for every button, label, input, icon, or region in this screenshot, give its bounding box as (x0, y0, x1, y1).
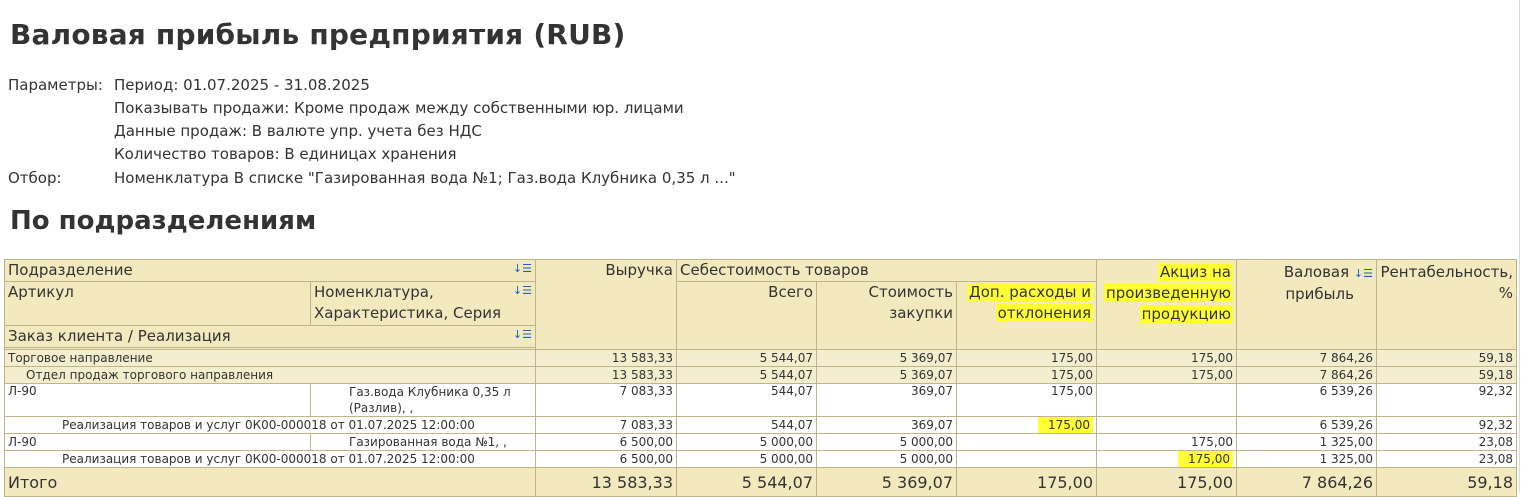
cell-revenue: 7 083,33 (535, 383, 677, 417)
cell-total: 5 544,07 (676, 366, 817, 384)
parameters-label: Параметры: (8, 76, 103, 94)
cell-nomenclature: Газированная вода №1, , (310, 433, 536, 451)
header-division[interactable]: Подразделение ↓☰ (4, 259, 536, 282)
section-title: По подразделениям (10, 206, 317, 236)
parameter-sales: Показывать продажи: Кроме продаж между с… (114, 99, 684, 117)
cell-profit: 92,32 (1376, 416, 1517, 434)
cell-purchase: 5 000,00 (816, 450, 957, 468)
total-cost: 5 544,07 (676, 467, 817, 497)
header-revenue[interactable]: Выручка (535, 259, 677, 350)
total-purchase: 5 369,07 (816, 467, 957, 497)
row-label: Реализация товаров и услуг 0К00-000018 о… (4, 416, 536, 434)
row-label: Торговое направление (4, 349, 536, 367)
header-profitability[interactable]: Рентабельность, % (1376, 259, 1517, 350)
table-row[interactable]: Л-90 Газированная вода №1, , 6 500,00 5 … (4, 433, 1517, 451)
cell-total: 544,07 (676, 383, 817, 417)
cell-gross: 6 539,26 (1236, 383, 1377, 417)
filter-value: Номенклатура В списке "Газированная вода… (114, 169, 736, 187)
cell-excise (1096, 416, 1237, 434)
header-purchase-cost[interactable]: Стоимость закупки (816, 281, 957, 350)
table-row[interactable]: Реализация товаров и услуг 0К00-000018 о… (4, 416, 1517, 434)
cell-profit: 23,08 (1376, 450, 1517, 468)
cell-excise: 175,00 (1096, 349, 1237, 367)
cell-excise (1096, 383, 1237, 417)
total-extra: 175,00 (956, 467, 1097, 497)
cell-revenue: 6 500,00 (535, 450, 677, 468)
cell-total: 5 000,00 (676, 450, 817, 468)
cell-profit: 59,18 (1376, 366, 1517, 384)
report-table: Подразделение ↓☰ Выручка Себестоимость т… (4, 259, 1517, 497)
cell-extra: 175,00 (956, 383, 1097, 417)
filter-label: Отбор: (8, 169, 62, 187)
header-extra-costs[interactable]: Доп. расходы и отклонения (956, 281, 1097, 350)
cell-article: Л-90 (4, 433, 311, 451)
cell-profit: 59,18 (1376, 349, 1517, 367)
header-excise[interactable]: Акциз на произведенную продукцию (1096, 259, 1237, 350)
table-row[interactable]: Л-90 Газ.вода Клубника 0,35 л (Разлив), … (4, 383, 1517, 417)
cell-profit: 23,08 (1376, 433, 1517, 451)
sort-icon[interactable]: ↓☰ (513, 327, 532, 345)
cell-extra (956, 433, 1097, 451)
sort-desc-icon[interactable]: ↓☰ (1354, 267, 1373, 280)
header-article[interactable]: Артикул (4, 281, 311, 326)
header-nomenclature[interactable]: ↓☰ Номенклатура, Характеристика, Серия (310, 281, 536, 326)
header-order[interactable]: Заказ клиента / Реализация ↓☰ (4, 325, 536, 348)
parameter-period: Период: 01.07.2025 - 31.08.2025 (114, 76, 370, 94)
cell-extra: 175,00 (956, 349, 1097, 367)
totals-label: Итого (4, 467, 536, 497)
cell-excise: 175,00 (1096, 433, 1237, 451)
cell-revenue: 7 083,33 (535, 416, 677, 434)
row-label: Отдел продаж торгового направления (4, 366, 536, 384)
cell-gross: 1 325,00 (1236, 433, 1377, 451)
table-row[interactable]: Торговое направление 13 583,33 5 544,07 … (4, 349, 1517, 367)
cell-gross: 1 325,00 (1236, 450, 1377, 468)
cell-gross: 6 539,26 (1236, 416, 1377, 434)
report-title: Валовая прибыль предприятия (RUB) (10, 18, 626, 51)
cell-revenue: 6 500,00 (535, 433, 677, 451)
cell-profit: 92,32 (1376, 383, 1517, 417)
cell-total: 5 000,00 (676, 433, 817, 451)
sort-icon[interactable]: ↓☰ (513, 283, 532, 301)
cell-nomenclature: Газ.вода Клубника 0,35 л (Разлив), , (310, 383, 536, 417)
cell-extra: 175,00 (956, 366, 1097, 384)
right-border (1519, 0, 1520, 492)
cell-excise: 175,00 (1096, 450, 1237, 468)
total-revenue: 13 583,33 (535, 467, 677, 497)
cell-extra: 175,00 (956, 416, 1097, 434)
sort-icon[interactable]: ↓☰ (513, 261, 532, 279)
cell-revenue: 13 583,33 (535, 349, 677, 367)
cell-total: 5 544,07 (676, 349, 817, 367)
cell-purchase: 5 000,00 (816, 433, 957, 451)
header-cost-total[interactable]: Всего (676, 281, 817, 350)
cell-purchase: 369,07 (816, 416, 957, 434)
parameter-quantity: Количество товаров: В единицах хранения (114, 145, 457, 163)
table-row[interactable]: Отдел продаж торгового направления 13 58… (4, 366, 1517, 384)
row-label: Реализация товаров и услуг 0К00-000018 о… (4, 450, 536, 468)
cell-gross: 7 864,26 (1236, 349, 1377, 367)
total-excise: 175,00 (1096, 467, 1237, 497)
header-row-1: Подразделение ↓☰ Выручка Себестоимость т… (4, 259, 1517, 350)
totals-row[interactable]: Итого 13 583,33 5 544,07 5 369,07 175,00… (4, 467, 1517, 497)
cell-purchase: 5 369,07 (816, 349, 957, 367)
cell-extra (956, 450, 1097, 468)
cell-purchase: 369,07 (816, 383, 957, 417)
parameter-sales-data: Данные продаж: В валюте упр. учета без Н… (114, 122, 482, 140)
cell-article: Л-90 (4, 383, 311, 417)
header-gross-profit[interactable]: Валовая ↓☰ прибыль (1236, 259, 1377, 350)
cell-revenue: 13 583,33 (535, 366, 677, 384)
cell-total: 544,07 (676, 416, 817, 434)
table-row[interactable]: Реализация товаров и услуг 0К00-000018 о… (4, 450, 1517, 468)
total-gross: 7 864,26 (1236, 467, 1377, 497)
header-cost-group[interactable]: Себестоимость товаров (676, 259, 1097, 282)
total-profit: 59,18 (1376, 467, 1517, 497)
cell-gross: 7 864,26 (1236, 366, 1377, 384)
cell-excise: 175,00 (1096, 366, 1237, 384)
cell-purchase: 5 369,07 (816, 366, 957, 384)
